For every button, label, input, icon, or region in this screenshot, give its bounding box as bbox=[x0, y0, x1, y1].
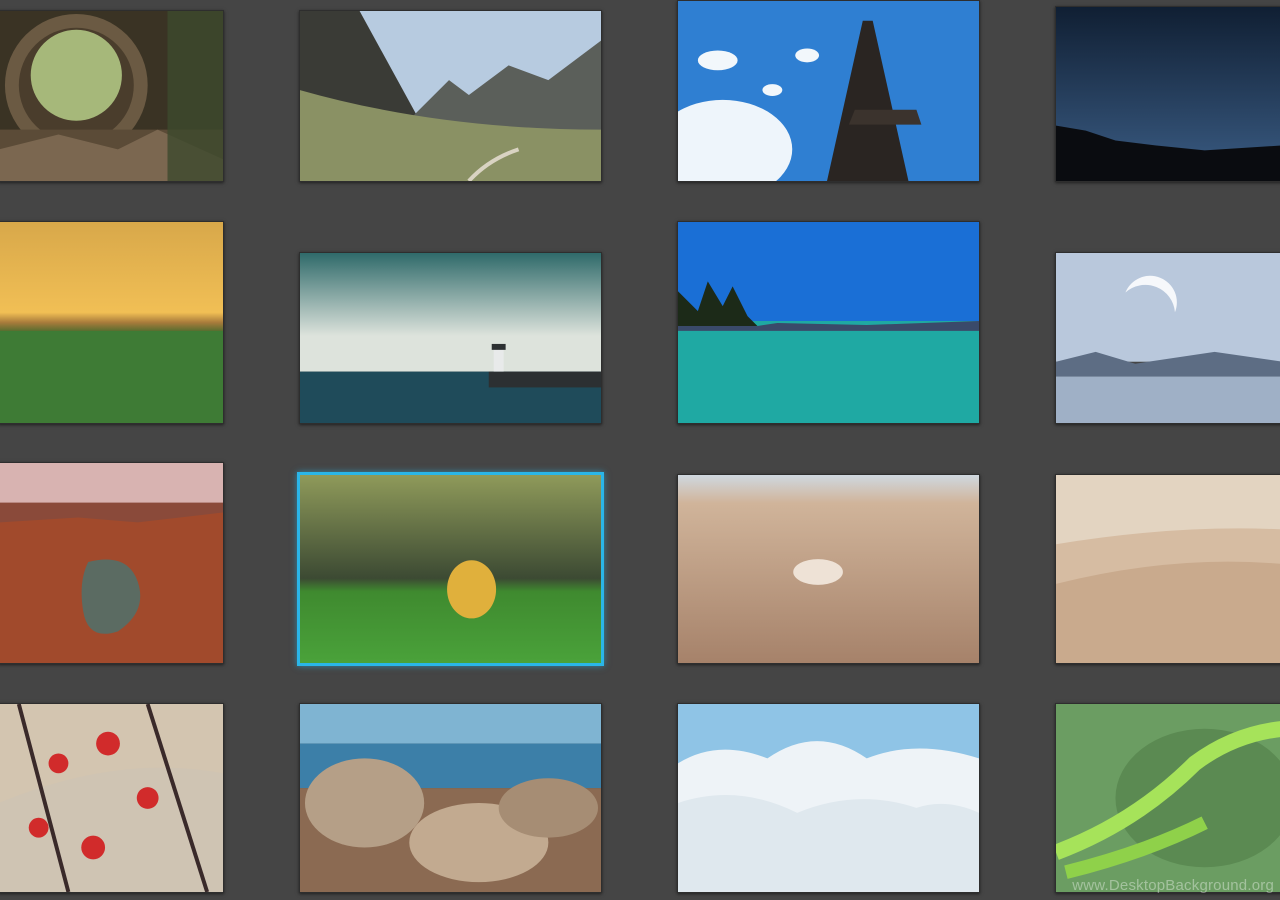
thumbnail-eiffel-tower[interactable] bbox=[677, 0, 980, 182]
thumbnail-lighthouse[interactable] bbox=[299, 252, 602, 424]
desert-dunes-photo bbox=[1056, 475, 1280, 663]
autumn-leaf-on-grass-photo bbox=[300, 475, 601, 663]
moon-over-lake-photo bbox=[1056, 253, 1280, 423]
thumbnail-moon-lake[interactable] bbox=[1055, 252, 1280, 424]
eiffel-tower-sky-photo bbox=[678, 1, 979, 181]
thumbnail-autumn-leaf[interactable] bbox=[297, 472, 604, 666]
thumbnail-seashell[interactable] bbox=[677, 474, 980, 664]
watermark-text: www.DesktopBackground.org bbox=[1072, 877, 1274, 894]
night-sky-silhouette-photo bbox=[1056, 7, 1280, 181]
green-fern-photo bbox=[1056, 704, 1280, 892]
thumbnail-green-fern[interactable] bbox=[1055, 703, 1280, 893]
mountain-valley-path-photo bbox=[300, 11, 601, 181]
red-maple-leaves-photo bbox=[0, 704, 223, 892]
thumbnail-mountain-valley[interactable] bbox=[299, 10, 602, 182]
seashell-on-sand-photo bbox=[678, 475, 979, 663]
thumbnail-sunset-field[interactable] bbox=[0, 221, 224, 424]
lighthouse-sea-photo bbox=[300, 253, 601, 423]
thumbnail-beach-rocks[interactable] bbox=[299, 703, 602, 893]
thumbnail-clouds[interactable] bbox=[677, 703, 980, 893]
turquoise-lake-island-photo bbox=[678, 222, 979, 423]
clouds-above-photo bbox=[678, 704, 979, 892]
thumbnail-red-maple[interactable] bbox=[0, 703, 224, 893]
thumbnail-hollow-log-tunnel[interactable] bbox=[0, 10, 224, 182]
canyon-river-bend-photo bbox=[0, 463, 223, 663]
thumbnail-turquoise-lake[interactable] bbox=[677, 221, 980, 424]
thumbnail-desert-dunes[interactable] bbox=[1055, 474, 1280, 664]
thumbnail-night-sky[interactable] bbox=[1055, 6, 1280, 182]
thumbnail-canyon[interactable] bbox=[0, 462, 224, 664]
hollow-log-tunnel-photo bbox=[0, 11, 223, 181]
sunset-wheat-field-photo bbox=[0, 222, 223, 423]
beach-rocks-waves-photo bbox=[300, 704, 601, 892]
